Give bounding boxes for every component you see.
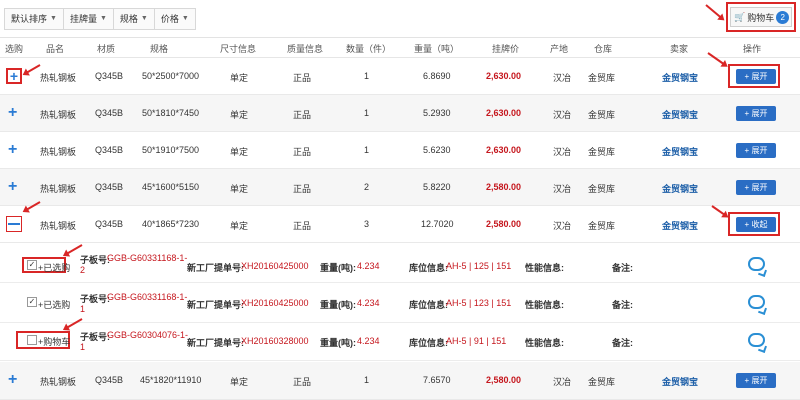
- filter-bar: 默认排序 ▼ 挂牌量 ▼ 规格 ▼ 价格 ▼ 🛒 购物车 2: [0, 0, 800, 38]
- chevron-down-icon: ▼: [99, 15, 107, 22]
- cart-count-badge: 2: [776, 10, 790, 24]
- table-row: + 热轧钢板 Q345B 50*1810*7450 单定 正品 1 5.2930…: [0, 95, 800, 132]
- table-row: + 热轧钢板 Q345B 45*1820*11910 单定 正品 1 7.657…: [0, 362, 800, 400]
- sub-plate-row: ✓ +已选购 子板号: GGB-G60331168-1- 1 新工厂提单号: X…: [0, 283, 800, 323]
- table-header: 选购 品名 材质 规格 尺寸信息 质量信息 数量（件） 重量（吨） 挂牌价 产地…: [0, 38, 800, 58]
- expand-button[interactable]: + 展开: [736, 106, 776, 121]
- expand-button[interactable]: + 展开: [736, 373, 776, 388]
- col-seller: 卖家: [670, 44, 689, 54]
- selected-checkbox[interactable]: ✓: [27, 260, 37, 270]
- table-row: + 热轧钢板 Q345B 50*2500*7000 单定 正品 1 6.8690…: [0, 58, 800, 95]
- col-size: 尺寸信息: [220, 44, 257, 54]
- col-weight: 重量（吨）: [414, 44, 460, 54]
- chevron-down-icon: ▼: [140, 15, 148, 22]
- sub-plate-row: ✓ +已选购 子板号: GGB-G60331168-1- 2 新工厂提单号: X…: [0, 243, 800, 283]
- table-row: + 热轧钢板 Q345B 45*1600*5150 单定 正品 2 5.8220…: [0, 169, 800, 206]
- chevron-down-icon: ▼: [181, 15, 189, 22]
- col-select: 选购: [5, 44, 24, 54]
- expand-plus-icon[interactable]: +: [8, 179, 17, 195]
- chevron-down-icon: ▼: [50, 15, 57, 22]
- expand-plus-icon[interactable]: +: [8, 105, 17, 121]
- col-origin: 产地: [550, 44, 569, 54]
- collapse-button[interactable]: + 收起: [736, 217, 776, 232]
- expand-plus-icon[interactable]: +: [6, 68, 22, 84]
- col-spec: 规格: [150, 44, 169, 54]
- chat-bubble-icon[interactable]: [748, 333, 765, 347]
- table-row: + 热轧钢板 Q345B 50*1910*7500 单定 正品 1 5.6230…: [0, 132, 800, 169]
- table-row-expanded: 热轧钢板 Q345B 40*1865*7230 单定 正品 3 12.7020 …: [0, 206, 800, 243]
- col-warehouse: 仓库: [594, 44, 613, 54]
- col-material: 材质: [97, 44, 116, 54]
- chat-bubble-icon[interactable]: [748, 295, 765, 309]
- collapse-minus-icon[interactable]: [6, 216, 22, 232]
- expand-button[interactable]: + 展开: [736, 180, 776, 195]
- col-name: 品名: [46, 44, 65, 54]
- cart-button[interactable]: 🛒 购物车 2: [730, 7, 792, 27]
- expand-plus-icon[interactable]: +: [8, 372, 17, 388]
- sort-spec-button[interactable]: 规格 ▼: [114, 9, 155, 29]
- col-action: 操作: [743, 44, 762, 54]
- sort-default-button[interactable]: 默认排序 ▼: [5, 9, 64, 29]
- sub-plate-row: +购物车 子板号: GGB-G60304076-1- 1 新工厂提单号: XH2…: [0, 323, 800, 361]
- expand-button[interactable]: + 展开: [736, 69, 776, 84]
- cart-highlight-box: 🛒 购物车 2: [726, 2, 796, 32]
- expand-plus-icon[interactable]: +: [8, 142, 17, 158]
- sort-price-button[interactable]: 价格 ▼: [155, 9, 195, 29]
- col-price: 挂牌价: [492, 44, 520, 54]
- selected-checkbox[interactable]: ✓: [27, 297, 37, 307]
- shopping-cart-icon: 🛒: [734, 11, 746, 22]
- col-quality: 质量信息: [287, 44, 324, 54]
- expand-button[interactable]: + 展开: [736, 143, 776, 158]
- sort-listing-button[interactable]: 挂牌量 ▼: [64, 9, 114, 29]
- col-qty: 数量（件）: [346, 44, 392, 54]
- chat-bubble-icon[interactable]: [748, 257, 765, 271]
- cart-checkbox[interactable]: [27, 335, 37, 345]
- sort-group: 默认排序 ▼ 挂牌量 ▼ 规格 ▼ 价格 ▼: [4, 8, 196, 30]
